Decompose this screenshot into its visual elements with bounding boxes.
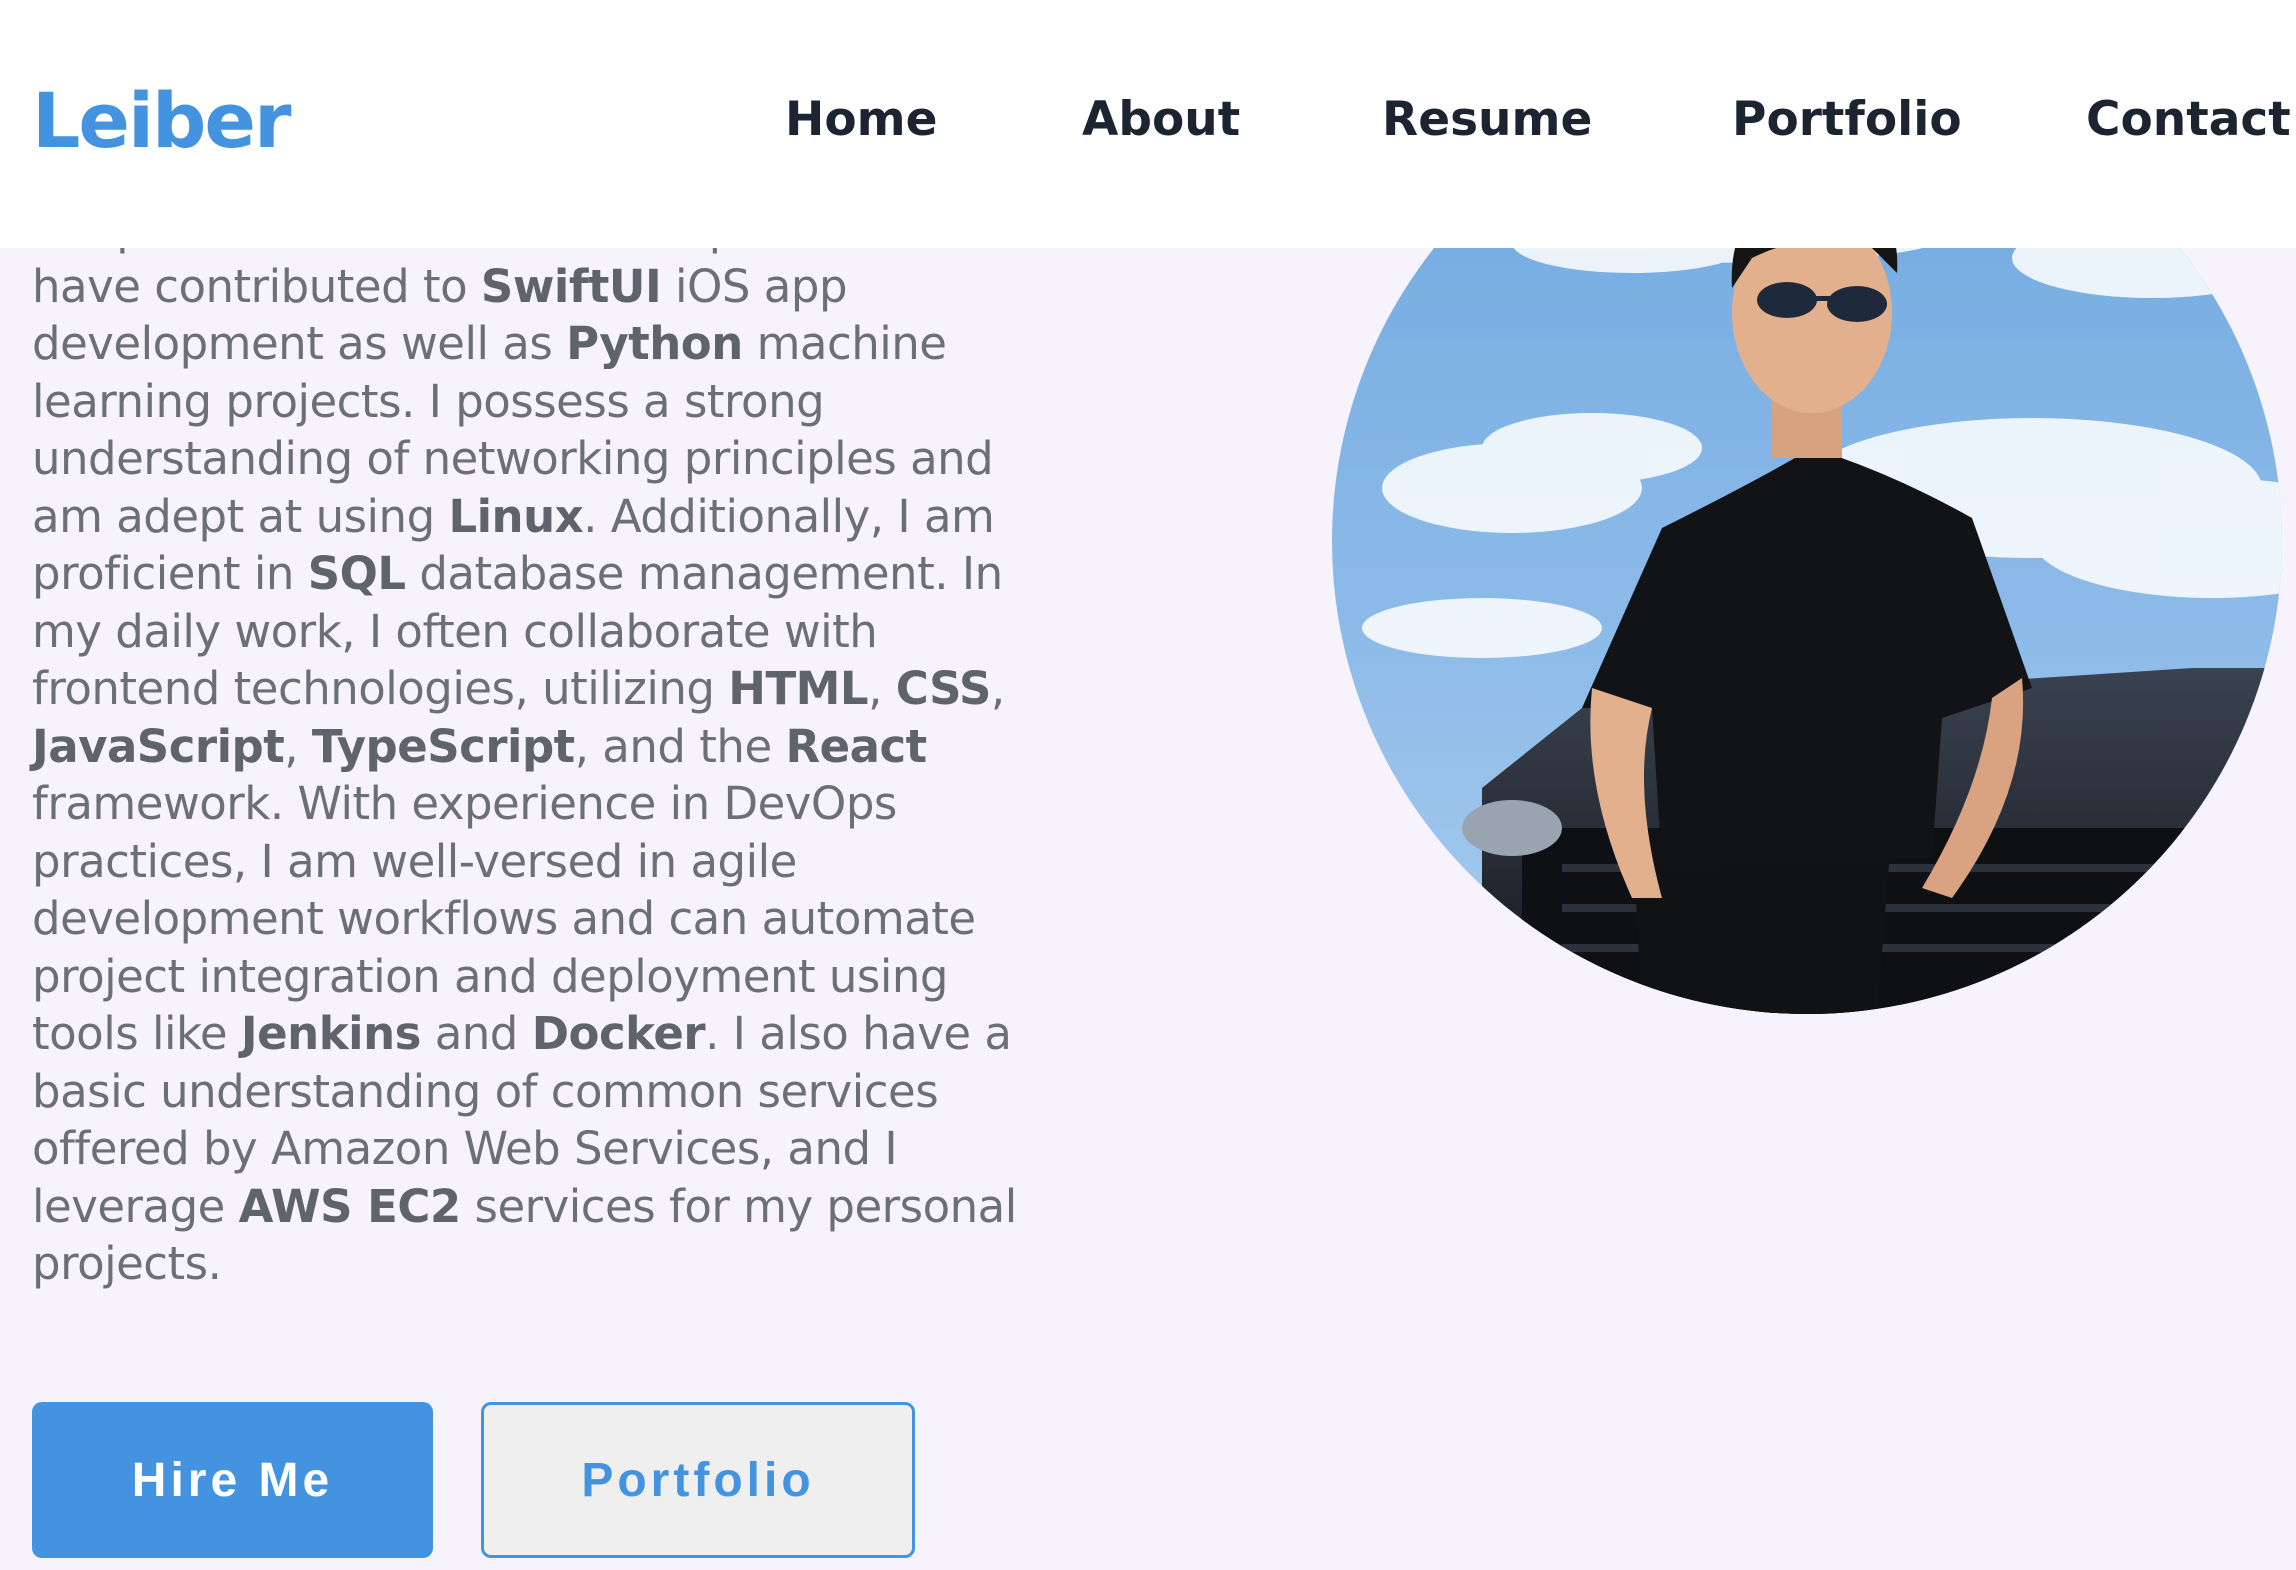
- nav-about[interactable]: About: [1082, 90, 1240, 150]
- highlighted-skill: Linux: [448, 489, 584, 543]
- intro-paragraph: am proficient in C/C++ development andha…: [32, 200, 1092, 1293]
- portfolio-button[interactable]: Portfolio: [481, 1402, 915, 1558]
- top-navbar: Leiber Home About Resume Portfolio Conta…: [0, 0, 2296, 248]
- highlighted-skill: Python: [566, 317, 743, 370]
- page: am proficient in C/C++ development andha…: [0, 0, 2296, 1570]
- highlighted-skill: SwiftUI: [480, 259, 662, 313]
- highlighted-skill: JavaScript: [32, 719, 285, 773]
- highlighted-skill: TypeScript: [311, 719, 575, 773]
- highlighted-skill: AWS EC2: [238, 1179, 462, 1233]
- highlighted-skill: HTML: [728, 662, 869, 715]
- highlighted-skill: Jenkins: [240, 1007, 421, 1060]
- nav-portfolio[interactable]: Portfolio: [1732, 90, 1962, 150]
- highlighted-skill: SQL: [307, 547, 406, 600]
- highlighted-skill: Docker: [531, 1007, 706, 1060]
- hire-me-button[interactable]: Hire Me: [32, 1402, 433, 1558]
- highlighted-skill: React: [785, 719, 927, 773]
- nav-resume[interactable]: Resume: [1382, 90, 1592, 150]
- nav-contact[interactable]: Contact: [2086, 90, 2291, 150]
- site-logo[interactable]: Leiber: [32, 76, 291, 166]
- highlighted-skill: CSS: [895, 662, 992, 715]
- nav-home[interactable]: Home: [785, 90, 937, 150]
